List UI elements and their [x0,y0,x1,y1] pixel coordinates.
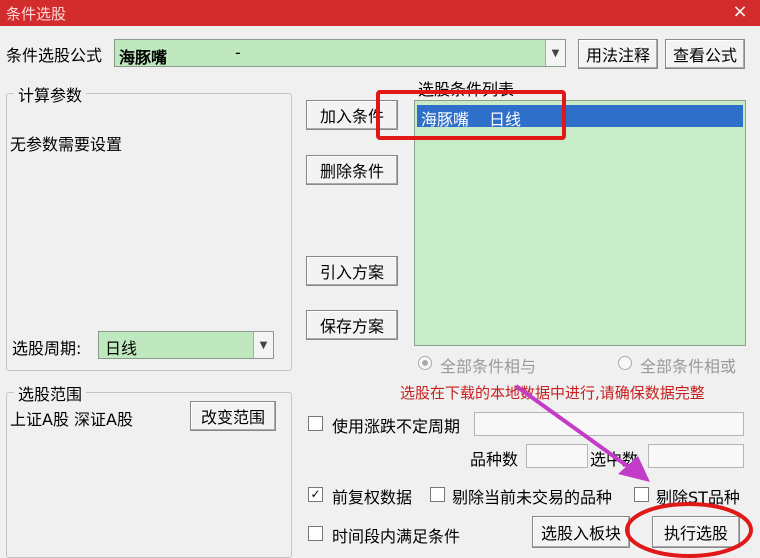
time-period-label: 时间段内满足条件 [332,527,461,546]
all-and-radio[interactable] [418,356,432,370]
annotation-ellipse [625,502,753,558]
annotation-box-condition [376,90,566,140]
time-period-checkbox[interactable] [308,526,323,541]
adjust-label: 前复权数据 [332,488,413,507]
close-icon[interactable]: × [730,2,750,22]
calc-params-title: 计算参数 [14,82,87,106]
indef-period-checkbox[interactable] [308,416,323,431]
range-title: 选股范围 [14,381,87,405]
change-range-button[interactable]: 改变范围 [190,401,276,431]
usage-button[interactable]: 用法注释 [578,39,658,69]
no-params-text: 无参数需要设置 [10,135,123,154]
period-value: 日线 [105,339,138,358]
chevron-down-icon[interactable]: ▼ [545,40,565,66]
view-formula-button[interactable]: 查看公式 [665,39,745,69]
delete-condition-button[interactable]: 删除条件 [306,155,398,185]
period-combo[interactable]: 日线 ▼ [98,331,274,359]
import-scheme-button[interactable]: 引入方案 [306,256,398,286]
window-title: 条件选股 [6,5,67,23]
all-or-label: 全部条件相或 [640,357,737,376]
annotation-arrow-icon [514,384,650,482]
all-or-radio[interactable] [618,356,632,370]
formula-value: 海豚嘴 [119,48,168,67]
formula-dash: - [235,43,241,62]
chevron-down-icon[interactable]: ▼ [253,332,273,358]
title-bar: 条件选股 × [0,0,760,26]
range-value: 上证A股 深证A股 [10,410,133,429]
to-block-button[interactable]: 选股入板块 [532,516,630,548]
selected-value [648,444,744,468]
indef-period-label: 使用涨跌不定周期 [332,417,461,436]
exclude-untraded-checkbox[interactable] [430,487,445,502]
all-and-label: 全部条件相与 [440,357,537,376]
formula-combo[interactable]: 海豚嘴 - ▼ [114,39,566,67]
adjust-checkbox[interactable]: ✓ [308,487,323,502]
formula-label: 条件选股公式 [6,46,103,65]
save-scheme-button[interactable]: 保存方案 [306,310,398,340]
period-label: 选股周期: [12,339,82,358]
